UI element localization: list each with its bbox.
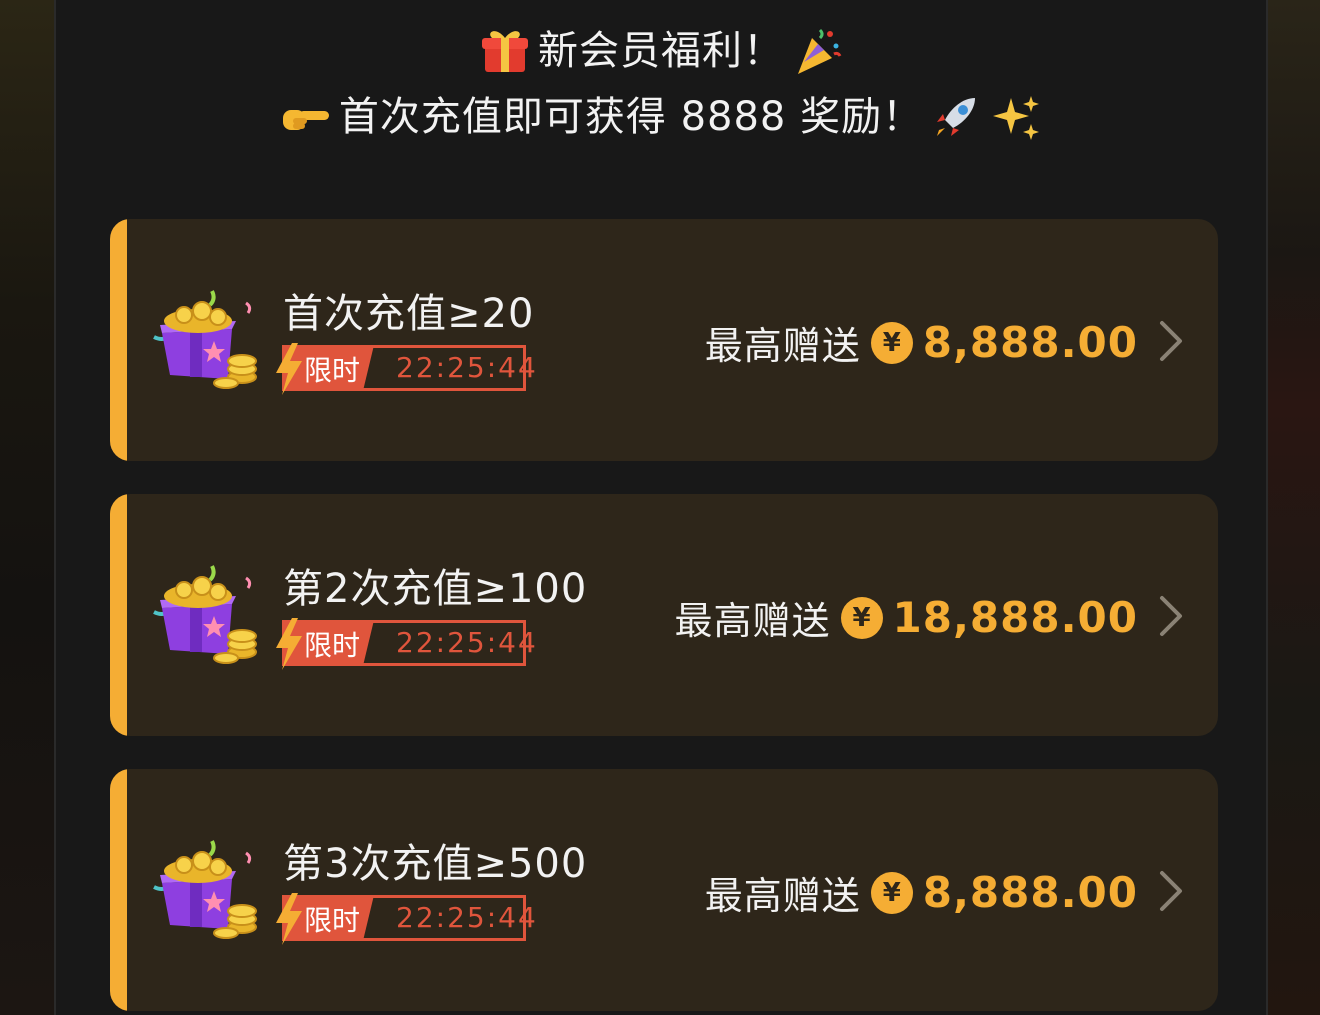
- chevron-right-icon[interactable]: [1156, 319, 1186, 363]
- offer-card-2[interactable]: 第2次充值≥100 限时 22:25:44 最高赠送 ¥ 18,888.00: [110, 494, 1218, 736]
- pointing-hand-icon: [279, 90, 333, 144]
- rewards-panel: 新会员福利！ 首次充值即可获得 8888 奖励！ 首次充值≥20 限时 22:2…: [54, 0, 1268, 1015]
- background-right-edge: [1268, 0, 1320, 1015]
- reward-amount: 18,888.00: [892, 593, 1138, 642]
- limited-tag-label: 限时: [304, 629, 361, 662]
- offer-title: 首次充值≥20: [283, 291, 535, 337]
- gift-icon: [478, 24, 532, 78]
- lightning-bolt-icon: [276, 893, 302, 945]
- card-accent-bar: [110, 219, 127, 461]
- offer-card-1[interactable]: 首次充值≥20 限时 22:25:44 最高赠送 ¥ 8,888.00: [110, 219, 1218, 461]
- limited-tag-label: 限时: [304, 354, 361, 387]
- yuan-coin-icon: ¥: [870, 321, 913, 364]
- header-title-1: 新会员福利！: [538, 28, 784, 74]
- treasure-gift-box-icon: [153, 290, 257, 389]
- card-accent-bar: [110, 494, 127, 736]
- reward-amount: 8,888.00: [922, 318, 1138, 367]
- chevron-right-icon[interactable]: [1156, 594, 1186, 638]
- header-line-2: 首次充值即可获得 8888 奖励！: [56, 84, 1266, 150]
- offer-title: 第2次充值≥100: [283, 566, 588, 612]
- limited-time-badge: 限时 22:25:44: [276, 618, 536, 670]
- lightning-bolt-icon: [276, 618, 302, 670]
- party-popper-icon: [790, 24, 844, 78]
- max-reward: 最高赠送 ¥ 8,888.00: [705, 865, 1138, 920]
- countdown-timer: 22:25:44: [396, 901, 538, 934]
- offer-title: 第3次充值≥500: [283, 841, 588, 887]
- treasure-gift-box-icon: [153, 840, 257, 939]
- yuan-coin-icon: ¥: [840, 596, 883, 639]
- max-reward: 最高赠送 ¥ 8,888.00: [705, 315, 1138, 370]
- countdown-timer: 22:25:44: [396, 626, 538, 659]
- limited-tag-label: 限时: [304, 904, 361, 937]
- card-accent-bar: [110, 769, 127, 1011]
- header-title-2: 首次充值即可获得 8888 奖励！: [338, 94, 924, 140]
- yuan-coin-icon: ¥: [870, 871, 913, 914]
- offer-card-3[interactable]: 第3次充值≥500 限时 22:25:44 最高赠送 ¥ 8,888.00: [110, 769, 1218, 1011]
- reward-label: 最高赠送: [674, 599, 831, 643]
- reward-label: 最高赠送: [704, 874, 861, 918]
- chevron-right-icon[interactable]: [1156, 869, 1186, 913]
- rocket-icon: [929, 90, 983, 144]
- welcome-header: 新会员福利！ 首次充值即可获得 8888 奖励！: [56, 18, 1266, 150]
- limited-time-badge: 限时 22:25:44: [276, 343, 536, 395]
- background-left-edge: [0, 0, 54, 1015]
- sparkles-icon: [989, 90, 1043, 144]
- max-reward: 最高赠送 ¥ 18,888.00: [675, 590, 1139, 645]
- treasure-gift-box-icon: [153, 565, 257, 664]
- header-line-1: 新会员福利！: [56, 18, 1266, 84]
- lightning-bolt-icon: [276, 343, 302, 395]
- reward-amount: 8,888.00: [922, 868, 1138, 917]
- countdown-timer: 22:25:44: [396, 351, 538, 384]
- reward-label: 最高赠送: [704, 324, 861, 368]
- limited-time-badge: 限时 22:25:44: [276, 893, 536, 945]
